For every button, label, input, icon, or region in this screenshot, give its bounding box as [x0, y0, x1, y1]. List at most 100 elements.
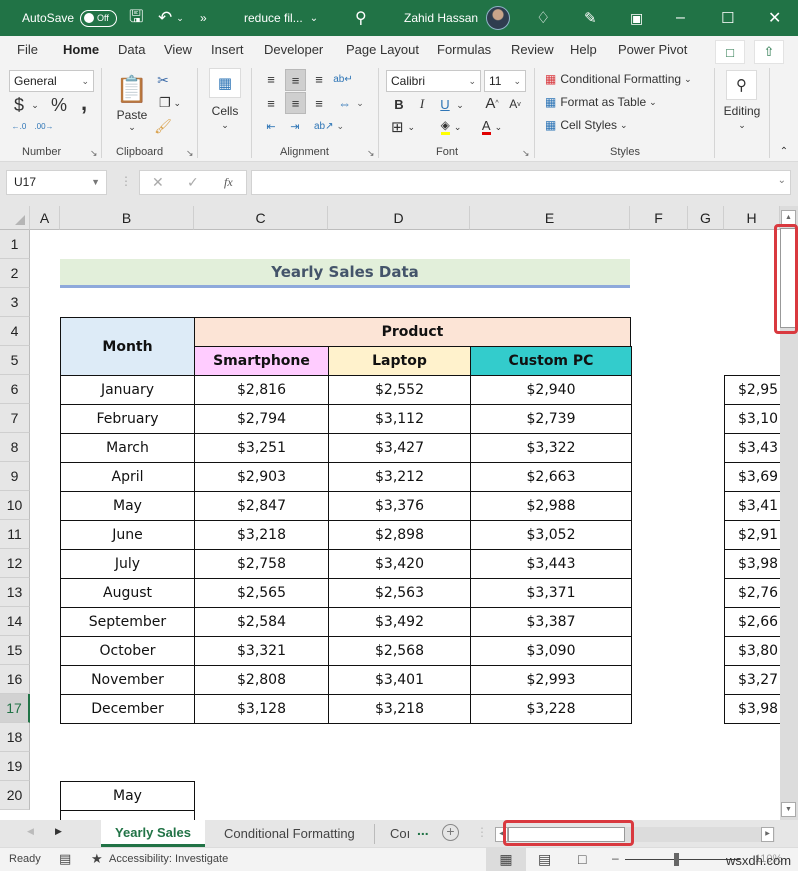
table-cell-h[interactable]: $3,98	[724, 694, 780, 724]
table-cell-month[interactable]: January	[60, 375, 195, 405]
cells-button[interactable]: Cells	[208, 104, 242, 118]
table-cell-laptop[interactable]: $2,568	[328, 636, 471, 666]
table-cell-laptop[interactable]: $2,552	[328, 375, 471, 405]
paste-button[interactable]: Paste	[116, 108, 148, 122]
row-header-4[interactable]: 4	[0, 317, 30, 346]
tab-file[interactable]: File	[17, 42, 38, 57]
scroll-right-icon[interactable]: ▶	[761, 827, 774, 842]
tab-insert[interactable]: Insert	[211, 42, 244, 57]
table-cell-h[interactable]: $2,76	[724, 578, 780, 608]
table-cell-laptop[interactable]: $3,212	[328, 462, 471, 492]
table-cell-smartphone[interactable]: $2,794	[194, 404, 329, 434]
align-center-icon[interactable]: ≡	[285, 92, 306, 114]
table-cell-month[interactable]: April	[60, 462, 195, 492]
cancel-icon[interactable]: ✕	[152, 174, 164, 191]
column-header-c[interactable]: C	[194, 206, 328, 230]
tab-review[interactable]: Review	[511, 42, 554, 57]
table-cell-smartphone[interactable]: $2,808	[194, 665, 329, 695]
table-cell-custom-pc[interactable]: $2,739	[470, 404, 632, 434]
table-cell-month[interactable]: July	[60, 549, 195, 579]
increase-decimal-icon[interactable]: ←.0	[10, 118, 28, 134]
avatar[interactable]	[486, 0, 510, 36]
table-cell-custom-pc[interactable]: $2,993	[470, 665, 632, 695]
increase-indent-icon[interactable]: ⇥	[286, 118, 304, 134]
align-right-icon[interactable]: ≡	[310, 94, 328, 112]
table-cell-smartphone[interactable]: $2,584	[194, 607, 329, 637]
column-header-f[interactable]: F	[630, 206, 688, 230]
row-header-10[interactable]: 10	[0, 491, 30, 520]
cut-icon[interactable]: ✂	[155, 71, 171, 89]
column-header-a[interactable]: A	[30, 206, 60, 230]
formula-input[interactable]: ⌄	[251, 170, 791, 195]
table-cell-smartphone[interactable]: $3,128	[194, 694, 329, 724]
underline-dropdown-icon[interactable]: ⌄	[455, 97, 465, 113]
zoom-out-icon[interactable]: –	[612, 851, 619, 865]
table-cell-laptop[interactable]: $2,563	[328, 578, 471, 608]
table-cell-laptop[interactable]: $3,427	[328, 433, 471, 463]
row-header-2[interactable]: 2	[0, 259, 30, 288]
bottom-align-icon[interactable]: ≡	[310, 70, 328, 88]
top-align-icon[interactable]: ≡	[262, 70, 280, 88]
column-header-b[interactable]: B	[60, 206, 194, 230]
table-cell-smartphone[interactable]: $3,218	[194, 520, 329, 550]
row-header-5[interactable]: 5	[0, 346, 30, 375]
table-cell-custom-pc[interactable]: $2,940	[470, 375, 632, 405]
select-all-corner[interactable]	[0, 206, 30, 230]
format-as-table-button[interactable]: ▦ Format as Table ⌄	[545, 93, 665, 111]
worksheet-grid[interactable]: A B C D E F G H 1 2 3 4 5 6 7 8 9 10 11 12 13 14 15 16 17 18 19 20 Y…	[0, 206, 780, 820]
paste-dropdown-icon[interactable]: ⌄	[126, 122, 138, 132]
page-break-view-icon[interactable]: □	[578, 851, 586, 867]
paste-icon[interactable]: 📋	[116, 72, 148, 106]
clipboard-launcher-icon[interactable]: ↘	[186, 148, 194, 159]
macro-record-icon[interactable]: ▤	[59, 851, 71, 867]
row-header-15[interactable]: 15	[0, 636, 30, 665]
drag-handle-icon[interactable]: ⋮	[120, 174, 132, 188]
add-sheet-button[interactable]: +	[442, 824, 459, 841]
font-launcher-icon[interactable]: ↘	[522, 148, 530, 159]
zoom-slider[interactable]	[625, 859, 740, 860]
collapse-ribbon-icon[interactable]: ⌃	[777, 144, 791, 158]
bold-button[interactable]: B	[392, 96, 406, 112]
table-cell-month[interactable]: March	[60, 433, 195, 463]
tab-help[interactable]: Help	[570, 42, 597, 57]
cells-dropdown-icon[interactable]: ⌄	[219, 120, 231, 130]
table-cell-h[interactable]: $3,41	[724, 491, 780, 521]
save-icon[interactable]: 🖫	[129, 0, 143, 36]
name-box[interactable]: U17 ▼	[6, 170, 107, 195]
find-icon[interactable]: ⚲	[726, 70, 757, 100]
number-format-dropdown[interactable]: General ⌄	[9, 70, 94, 92]
scroll-up-icon[interactable]: ▲	[781, 210, 796, 225]
align-left-icon[interactable]: ≡	[262, 94, 280, 112]
column-header-g[interactable]: G	[688, 206, 724, 230]
pen-icon[interactable]: ✎	[584, 0, 597, 36]
table-cell-custom-pc[interactable]: $3,090	[470, 636, 632, 666]
more-commands-icon[interactable]: »	[200, 0, 207, 36]
row-header-19[interactable]: 19	[0, 752, 30, 781]
comments-icon[interactable]: □	[715, 40, 745, 64]
table-cell-smartphone[interactable]: $2,565	[194, 578, 329, 608]
table-cell-laptop[interactable]: $3,492	[328, 607, 471, 637]
tab-power-pivot[interactable]: Power Pivot	[618, 42, 687, 57]
row-header-8[interactable]: 8	[0, 433, 30, 462]
table-cell-laptop[interactable]: $3,218	[328, 694, 471, 724]
increase-font-size-icon[interactable]: A ^	[483, 94, 501, 112]
table-cell-month[interactable]: September	[60, 607, 195, 637]
cells-icon[interactable]: ▦	[209, 68, 241, 98]
underline-button[interactable]: U	[438, 96, 452, 112]
row-header-17[interactable]: 17	[0, 694, 30, 723]
table-cell-laptop[interactable]: $3,112	[328, 404, 471, 434]
borders-icon[interactable]: ⊞ ⌄	[388, 118, 418, 136]
conditional-formatting-button[interactable]: ▦ Conditional Formatting ⌄	[545, 70, 701, 88]
insert-function-icon[interactable]: fx	[224, 175, 233, 190]
font-color-icon[interactable]: A ⌄	[476, 118, 508, 136]
italic-button[interactable]: I	[415, 96, 429, 112]
table-cell-month[interactable]	[60, 810, 195, 820]
table-cell-smartphone[interactable]: $2,816	[194, 375, 329, 405]
table-cell-h[interactable]: $3,10	[724, 404, 780, 434]
fill-color-icon[interactable]: ◈ ⌄	[435, 118, 467, 136]
table-cell-h[interactable]: $3,43	[724, 433, 780, 463]
sheet-tab-yearly-sales[interactable]: Yearly Sales	[101, 820, 205, 847]
table-cell-month[interactable]: October	[60, 636, 195, 666]
orientation-icon[interactable]: ab↗ ⌄	[314, 118, 344, 134]
decrease-font-size-icon[interactable]: Av	[507, 96, 523, 112]
